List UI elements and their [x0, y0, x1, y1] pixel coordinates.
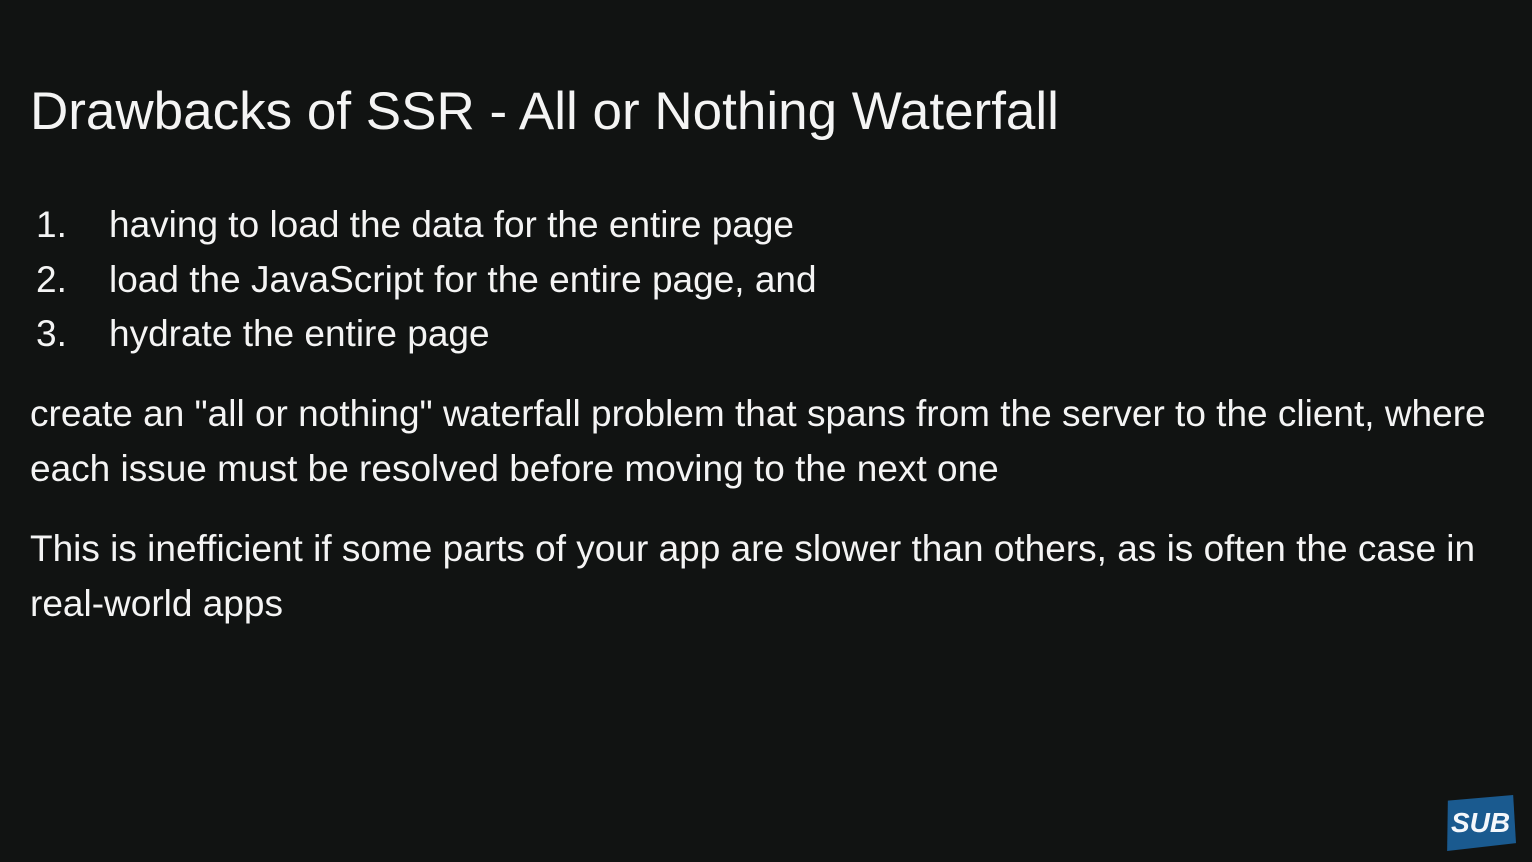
list-item-number: 3.: [36, 313, 67, 355]
list-item-text: hydrate the entire page: [109, 313, 490, 355]
list-item-text: having to load the data for the entire p…: [109, 204, 795, 246]
numbered-list: 1. having to load the data for the entir…: [36, 198, 817, 362]
list-item: 1. having to load the data for the entir…: [36, 198, 817, 253]
list-item-number: 2.: [36, 258, 67, 300]
slide-title: Drawbacks of SSR - All or Nothing Waterf…: [30, 82, 1059, 141]
subscribe-badge[interactable]: SUB: [1447, 795, 1516, 851]
waterfall-paragraph: create an "all or nothing" waterfall pro…: [30, 393, 1486, 489]
list-item: 3. hydrate the entire page: [36, 307, 817, 362]
slide: Drawbacks of SSR - All or Nothing Waterf…: [0, 0, 1532, 862]
list-item-text: load the JavaScript for the entire page,…: [109, 258, 817, 300]
list-item: 2. load the JavaScript for the entire pa…: [36, 253, 817, 308]
inefficiency-paragraph: This is inefficient if some parts of you…: [30, 528, 1476, 624]
list-item-number: 1.: [36, 204, 67, 246]
